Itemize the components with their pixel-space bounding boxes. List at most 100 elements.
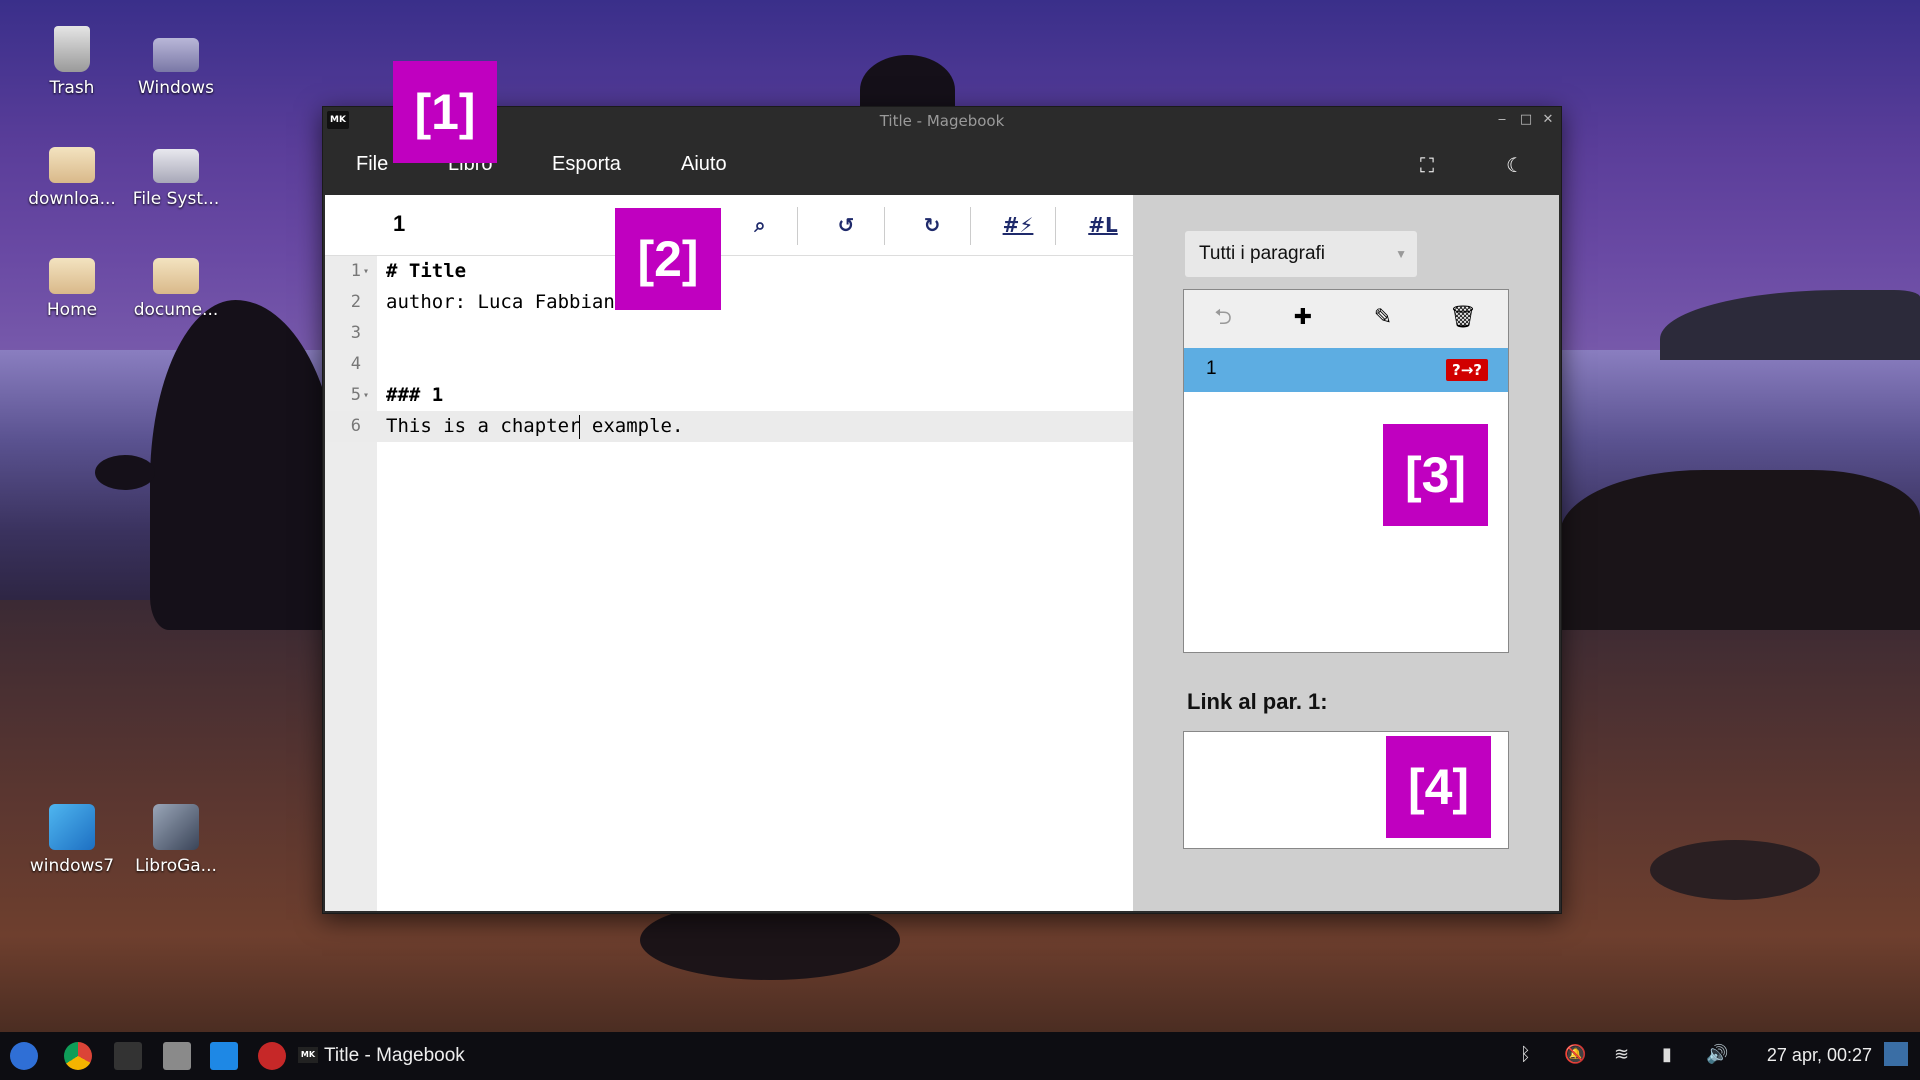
menu-file[interactable]: File [356,153,388,176]
wallpaper-rock [1650,840,1820,900]
chevron-down-icon: ▼ [1395,247,1407,261]
show-desktop-icon[interactable] [1884,1042,1908,1066]
desktop-icon-label: LibroGa... [135,856,217,876]
desktop-icon-windows[interactable]: Windows [128,26,224,98]
chrome-icon[interactable] [64,1042,92,1070]
line-number: 3 [350,323,361,343]
line-number: 1 [350,261,361,281]
task-app-logo-icon: MK [298,1047,318,1063]
trash-icon [54,26,90,72]
taskbar-window-button[interactable]: Title - Magebook [324,1045,465,1067]
wifi-icon[interactable]: ≋ [1614,1044,1629,1065]
undo-icon[interactable]: ↺ [803,205,889,245]
annotation-marker-3: [3] [1383,424,1488,526]
line-text: ### 1 [386,384,444,406]
mail-icon[interactable] [258,1042,286,1070]
plus-icon[interactable]: ✚ [1288,303,1318,333]
paragraph-item-number: 1 [1206,358,1217,379]
desktop-icon-label: downloa... [28,189,116,209]
code-line[interactable]: 4 [325,349,1133,380]
toolbar-divider [970,207,971,245]
paragraph-number: 1 [393,211,406,236]
pencil-icon[interactable]: ✎ [1368,303,1398,333]
links-heading: Link al par. 1: [1187,689,1328,714]
desktop-icon-downloads[interactable]: downloa... [24,137,120,209]
notifications-off-icon[interactable]: 🔕 [1564,1044,1586,1065]
toolbar-divider [884,207,885,245]
line-text: author: Luca Fabbian [386,291,615,313]
unlinked-badge: ?→? [1446,359,1488,381]
fold-arrow-icon[interactable]: ▾ [363,256,369,287]
code-line-active[interactable]: 6 This is a chapter example. [325,411,1133,442]
menu-aiuto[interactable]: Aiuto [681,153,727,176]
line-text: This is a chapter example. [386,415,684,437]
virtualbox-icon [49,804,95,850]
desktop-icon-label: Windows [138,78,214,98]
back-icon[interactable]: ⮌ [1208,303,1238,333]
documents-folder-icon [153,258,199,294]
maximize-button[interactable]: □ [1517,111,1535,129]
redo-icon[interactable]: ↻ [889,205,975,245]
desktop-icon-filesystem[interactable]: File Syst... [128,137,224,209]
desktop-icon-label: Home [46,300,98,320]
file-manager-icon[interactable] [163,1042,191,1070]
terminal-icon[interactable] [114,1042,142,1070]
trash-icon[interactable]: 🗑 [1448,303,1478,333]
vscode-icon[interactable] [210,1042,238,1070]
desktop-icon-librogame[interactable]: LibroGa... [128,804,224,876]
moon-icon[interactable]: ☾ [1501,151,1529,179]
minimize-button[interactable]: ‒ [1493,111,1511,129]
line-number: 2 [350,292,361,312]
start-menu-icon[interactable] [10,1042,38,1070]
magebook-window: MK Title - Magebook ‒ □ ✕ File Libro Esp… [322,106,1562,914]
text-cursor [579,415,580,439]
desktop-icon-label: Trash [49,78,95,98]
desktop-icon-windows7[interactable]: windows7 [24,804,120,876]
wallpaper-rock [1560,470,1920,630]
close-button[interactable]: ✕ [1539,111,1557,129]
taskbar: MK Title - Magebook ᛒ 🔕 ≋ ▮ 🔊 27 apr, 00… [0,1032,1920,1080]
paragraph-list-item[interactable]: 1 ?→? [1184,348,1508,392]
clock[interactable]: 27 apr, 00:27 [1767,1045,1872,1066]
code-editor[interactable]: 1 ▾ # Title 2 author: Luca Fabbian 3 4 5… [325,256,1133,911]
search-icon[interactable]: ⌕ [717,205,803,245]
editor-pane: 1 ⌕ ↺ ↻ #⚡ #L 1 ▾ # Title 2 author: Luca… [325,195,1133,911]
hard-drive-icon [153,149,199,183]
code-line[interactable]: 2 author: Luca Fabbian [325,287,1133,318]
annotation-marker-4: [4] [1386,736,1491,838]
desktop-icon-label: docume... [133,300,219,320]
fullscreen-icon[interactable]: ⛶ [1413,151,1441,179]
code-line[interactable]: 3 [325,318,1133,349]
volume-icon[interactable]: 🔊 [1706,1044,1728,1065]
paragraph-sidebar: Tutti i paragrafi ▼ ⮌ ✚ ✎ 🗑 1 ?→? Link a… [1133,195,1559,911]
tag-lightning-button[interactable]: #⚡ [975,205,1061,245]
menubar: File Libro Esporta Aiuto ⛶ ☾ [323,135,1561,195]
code-line[interactable]: 1 ▾ # Title [325,256,1133,287]
fold-arrow-icon[interactable]: ▾ [363,380,369,411]
code-line[interactable]: 5 ▾ ### 1 [325,380,1133,411]
paragraph-filter-value: Tutti i paragrafi [1199,243,1326,264]
wallpaper-headland [1660,290,1920,360]
window-titlebar[interactable]: MK Title - Magebook ‒ □ ✕ [323,107,1561,135]
line-number: 4 [350,354,361,374]
download-folder-icon [49,147,95,183]
librogame-icon [153,804,199,850]
home-folder-icon [49,258,95,294]
desktop-icon-trash[interactable]: Trash [24,26,120,98]
bluetooth-icon[interactable]: ᛒ [1520,1044,1531,1065]
editor-toolbar: 1 ⌕ ↺ ↻ #⚡ #L [325,195,1133,256]
desktop-icon-label: windows7 [29,856,115,876]
toolbar-divider [797,207,798,245]
line-text: # Title [386,260,467,282]
menu-esporta[interactable]: Esporta [552,153,621,176]
desktop-icon-home[interactable]: Home [24,248,120,320]
wallpaper-rock [95,455,155,490]
drive-icon [153,38,199,72]
annotation-marker-1: [1] [393,61,497,163]
desktop-icon-documents[interactable]: docume... [128,248,224,320]
line-number: 6 [350,416,361,436]
toolbar-divider [1055,207,1056,245]
annotation-marker-2: [2] [615,208,721,310]
paragraph-filter-select[interactable]: Tutti i paragrafi ▼ [1185,231,1417,277]
battery-icon[interactable]: ▮ [1662,1044,1672,1065]
